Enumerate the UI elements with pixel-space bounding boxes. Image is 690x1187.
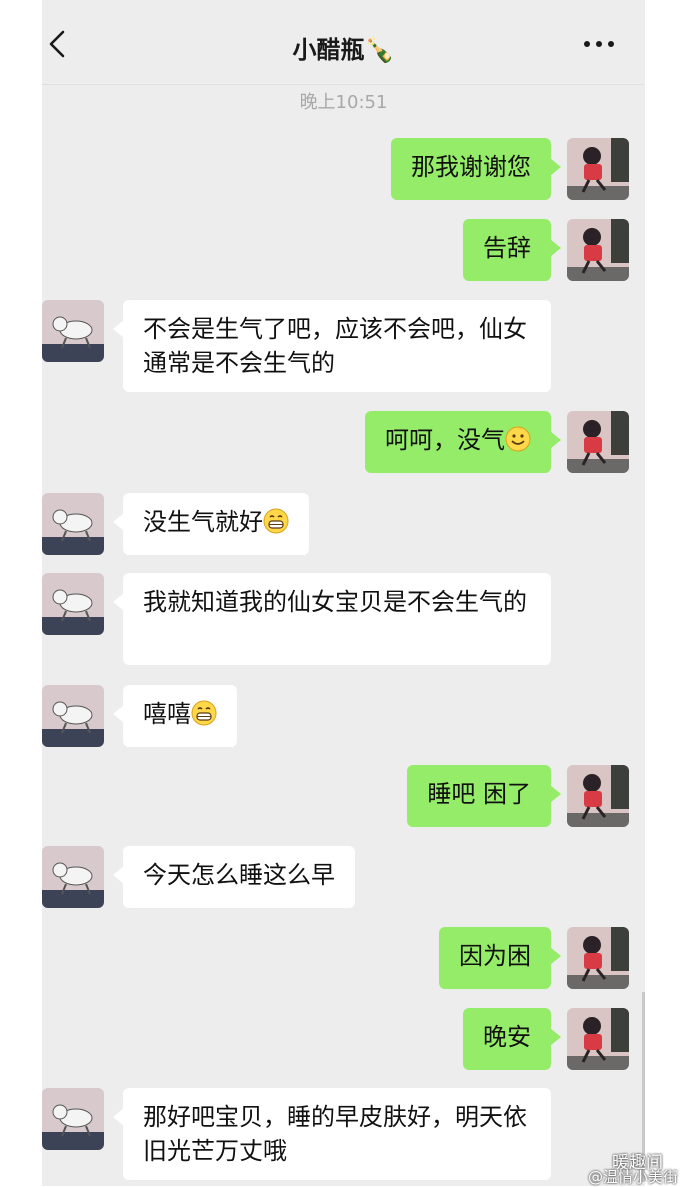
message-bubble[interactable]: 睡吧 困了: [407, 765, 561, 827]
message-bubble[interactable]: 嘻嘻: [113, 685, 237, 747]
message-bubble[interactable]: 告辞: [463, 219, 561, 281]
dog-avatar-icon: [42, 493, 104, 555]
contact-avatar[interactable]: [42, 573, 104, 635]
dog-avatar-icon: [42, 300, 104, 362]
message-bubble[interactable]: 呵呵，没气: [365, 411, 561, 473]
dog-avatar-icon: [42, 573, 104, 635]
contact-avatar[interactable]: [42, 685, 104, 747]
my-avatar[interactable]: [567, 138, 629, 200]
girl-avatar-icon: [567, 765, 629, 827]
girl-avatar-icon: [567, 138, 629, 200]
contact-avatar[interactable]: [42, 1088, 104, 1150]
my-avatar[interactable]: [567, 219, 629, 281]
contact-avatar[interactable]: [42, 493, 104, 555]
grin-emoji-icon: [263, 508, 289, 543]
watermark: 暖趣间 @温情小美街: [556, 1144, 686, 1186]
grin-emoji-icon: [191, 700, 217, 735]
message-text: 嘻嘻: [143, 700, 191, 728]
contact-avatar[interactable]: [42, 846, 104, 908]
dog-avatar-icon: [42, 1088, 104, 1150]
girl-avatar-icon: [567, 411, 629, 473]
message-bubble[interactable]: 晚安: [463, 1008, 561, 1070]
message-bubble[interactable]: 那我谢谢您: [391, 138, 561, 200]
chat-title: 小醋瓶🍾: [292, 36, 395, 64]
my-avatar[interactable]: [567, 927, 629, 989]
chat-screen: 小醋瓶🍾 晚上10:51 那我谢谢您 告辞 不会是生气了吧，应该不会吧，仙女通常…: [42, 0, 645, 1186]
message-timestamp: 晚上10:51: [299, 92, 388, 113]
message-text: 呵呵，没气: [385, 426, 505, 454]
my-avatar[interactable]: [567, 765, 629, 827]
girl-avatar-icon: [567, 1008, 629, 1070]
my-avatar[interactable]: [567, 411, 629, 473]
message-bubble[interactable]: 不会是生气了吧，应该不会吧，仙女通常是不会生气的: [113, 300, 551, 392]
dog-avatar-icon: [42, 685, 104, 747]
contact-avatar[interactable]: [42, 300, 104, 362]
girl-avatar-icon: [567, 927, 629, 989]
more-dots-icon: [584, 41, 614, 47]
my-avatar[interactable]: [567, 1008, 629, 1070]
message-text: 没生气就好: [143, 508, 263, 536]
more-button[interactable]: [581, 30, 617, 58]
girl-avatar-icon: [567, 219, 629, 281]
message-bubble[interactable]: 没生气就好: [113, 493, 309, 555]
smile-emoji-icon: [505, 426, 531, 461]
message-bubble[interactable]: 今天怎么睡这么早: [113, 846, 355, 908]
message-bubble[interactable]: 我就知道我的仙女宝贝是不会生气的: [113, 573, 551, 665]
watermark-handle: @温情小美街: [588, 1168, 679, 1186]
message-bubble[interactable]: 那好吧宝贝，睡的早皮肤好，明天依旧光芒万丈哦: [113, 1088, 551, 1180]
chat-header: 小醋瓶🍾: [42, 0, 645, 85]
dog-avatar-icon: [42, 846, 104, 908]
message-bubble[interactable]: 因为困: [439, 927, 561, 989]
